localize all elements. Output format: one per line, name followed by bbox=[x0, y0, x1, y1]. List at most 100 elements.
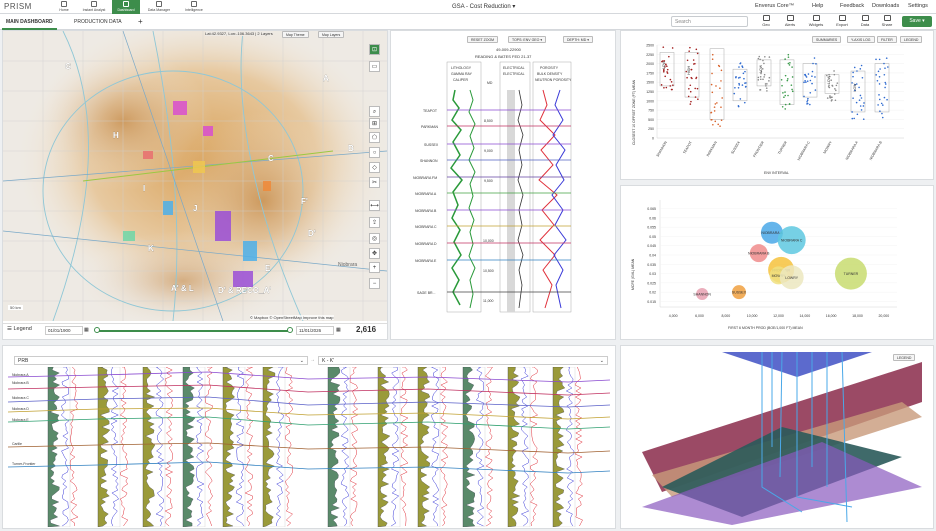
date-end-input[interactable]: 11/01/2026 bbox=[296, 326, 334, 335]
data-point bbox=[858, 99, 861, 101]
top-label: SUSSEX bbox=[424, 143, 439, 147]
date-start-input[interactable]: 01/01/1900 bbox=[45, 326, 83, 335]
data-point bbox=[881, 104, 884, 106]
map-zoom-box-tool[interactable]: ⊞ bbox=[369, 118, 380, 129]
top-label: NIOBRARA FM bbox=[413, 176, 437, 180]
map-measure-tool[interactable]: ⟷ bbox=[369, 200, 380, 211]
data-point bbox=[806, 80, 809, 82]
box-plot-chart[interactable]: CLOSEST 10 OFFSET ZONE (FT) MEAN 0 250 500… bbox=[622, 40, 922, 178]
map-polygon-tool[interactable]: ⬠ bbox=[369, 132, 380, 143]
basin-select[interactable]: PRB ⌄ bbox=[14, 356, 308, 365]
slider-handle-end[interactable] bbox=[287, 327, 293, 333]
data-point bbox=[694, 62, 696, 65]
map-lasso-tool[interactable]: ◇ bbox=[369, 162, 380, 173]
data-point bbox=[671, 88, 673, 91]
data-point bbox=[787, 53, 790, 56]
add-tab-icon[interactable]: + bbox=[134, 14, 147, 30]
data-point bbox=[782, 92, 784, 94]
map-pan-tool[interactable]: ✥ bbox=[369, 248, 380, 259]
data-button[interactable]: Data bbox=[855, 15, 875, 27]
nav-data-manager[interactable]: Data Manager bbox=[145, 0, 173, 14]
data-point bbox=[813, 57, 816, 59]
nav-dashboard[interactable]: Dashboard bbox=[112, 0, 140, 14]
downloads-link[interactable]: Downloads bbox=[872, 3, 899, 9]
cross-section-chart[interactable]: Niobrara A Niobrara B Niobrara C Niobrar… bbox=[8, 367, 610, 527]
workspace-title[interactable]: GSA - Cost Reduction ▾ bbox=[452, 3, 515, 10]
zoom-in-button[interactable]: + bbox=[369, 262, 380, 273]
data-point bbox=[757, 76, 760, 79]
depth-dropdown[interactable]: DEPTH: MD ▾ bbox=[563, 36, 593, 43]
share-button[interactable]: Share bbox=[877, 15, 897, 27]
reset-zoom-button[interactable]: RESET ZOOM bbox=[467, 36, 499, 43]
box-label: LOW bbox=[759, 64, 763, 73]
y-tick: 0.055 bbox=[647, 226, 656, 230]
box-label: LOW bbox=[662, 61, 666, 70]
enverus-core-link[interactable]: Enverus Core™ bbox=[755, 3, 794, 9]
map-locate-tool[interactable]: ◎ bbox=[369, 233, 380, 244]
tab-main-dashboard[interactable]: MAIN DASHBOARD bbox=[2, 14, 57, 30]
bubble-chart[interactable]: MCFE (GVL) MEAN 0.015 0.02 0.025 0.03 0.035 0… bbox=[622, 195, 922, 335]
map-circle-tool[interactable]: ○ bbox=[369, 147, 380, 158]
map-layers-button[interactable]: Map Layers bbox=[318, 31, 345, 38]
section-label: A' & L bbox=[171, 284, 194, 293]
depth-tick: 11,000 bbox=[483, 299, 493, 303]
y-tick: 0.025 bbox=[647, 281, 656, 285]
data-point bbox=[721, 97, 723, 99]
data-point bbox=[686, 59, 689, 62]
calendar-icon[interactable]: ▦ bbox=[336, 327, 341, 333]
map-select-tool[interactable]: ⊡ bbox=[369, 44, 380, 55]
data-point bbox=[853, 66, 856, 69]
search-input[interactable]: Search bbox=[671, 16, 748, 27]
category-label: SUSSEX bbox=[730, 140, 741, 155]
zoom-out-button[interactable]: − bbox=[369, 278, 380, 289]
top-label: PARKMAN bbox=[421, 125, 439, 129]
data-point bbox=[710, 111, 712, 114]
slider-handle-start[interactable] bbox=[94, 327, 100, 333]
top-label: Turner-Frontier bbox=[12, 462, 36, 466]
track-shading bbox=[507, 90, 515, 312]
nav-instant-analyst[interactable]: Instant Analyst bbox=[80, 0, 108, 14]
map-canvas[interactable]: G H I J K A D' B C E F' A' & L D' & RECO… bbox=[3, 31, 387, 321]
data-point bbox=[768, 80, 770, 82]
data-point bbox=[803, 81, 805, 84]
help-link[interactable]: Help bbox=[812, 3, 823, 9]
map-search-tool[interactable]: ⌕ bbox=[369, 106, 380, 117]
y-tick: 500 bbox=[648, 118, 654, 122]
map-scissor-tool[interactable]: ✂ bbox=[369, 177, 380, 188]
data-point bbox=[764, 83, 767, 85]
save-button[interactable]: Save ▾ bbox=[902, 16, 932, 27]
track-header: POROSITY bbox=[540, 66, 559, 70]
tops-dropdown[interactable]: TOPS: ENV GEO ▾ bbox=[508, 36, 547, 43]
legend-toggle[interactable]: ☰ Legend bbox=[7, 326, 32, 332]
section-select[interactable]: K - K' ⌄ bbox=[318, 356, 608, 365]
export-button[interactable]: Export bbox=[832, 15, 852, 27]
feedback-link[interactable]: Feedback bbox=[840, 3, 864, 9]
geo-button[interactable]: Geo bbox=[756, 15, 776, 27]
3d-surfaces-view[interactable] bbox=[622, 347, 932, 527]
data-point bbox=[690, 76, 693, 79]
x-tick: 8,000 bbox=[721, 314, 730, 318]
data-point bbox=[759, 78, 762, 81]
data-point bbox=[759, 58, 761, 61]
alerts-button[interactable]: Alerts bbox=[780, 15, 800, 27]
nav-home[interactable]: Home bbox=[50, 0, 78, 14]
date-range-slider[interactable] bbox=[97, 330, 289, 332]
map-theme-button[interactable]: Map Theme bbox=[282, 31, 309, 38]
data-point bbox=[856, 113, 859, 116]
tab-production-data[interactable]: PRODUCTION DATA bbox=[70, 14, 126, 30]
nav-intelligence[interactable]: Intelligence bbox=[180, 0, 208, 14]
map-layer-tool[interactable]: ▭ bbox=[369, 61, 380, 72]
well-log-chart[interactable]: LITHOLOGY ELECTRICAL POROSITY GAMMA RAY … bbox=[395, 60, 585, 315]
data-point bbox=[791, 76, 794, 78]
map-upload-tool[interactable]: ⇪ bbox=[369, 217, 380, 228]
y-tick: 0.04 bbox=[649, 254, 656, 258]
data-point bbox=[763, 76, 765, 78]
data-point bbox=[711, 118, 713, 121]
widgets-button[interactable]: Widgets bbox=[806, 15, 826, 27]
lightbulb-icon bbox=[191, 1, 197, 7]
calendar-icon[interactable]: ▦ bbox=[84, 327, 89, 333]
settings-link[interactable]: Settings bbox=[908, 3, 928, 9]
y-tick: 2500 bbox=[646, 44, 654, 48]
depth-tick: 9,000 bbox=[484, 149, 493, 153]
database-icon bbox=[156, 1, 162, 7]
